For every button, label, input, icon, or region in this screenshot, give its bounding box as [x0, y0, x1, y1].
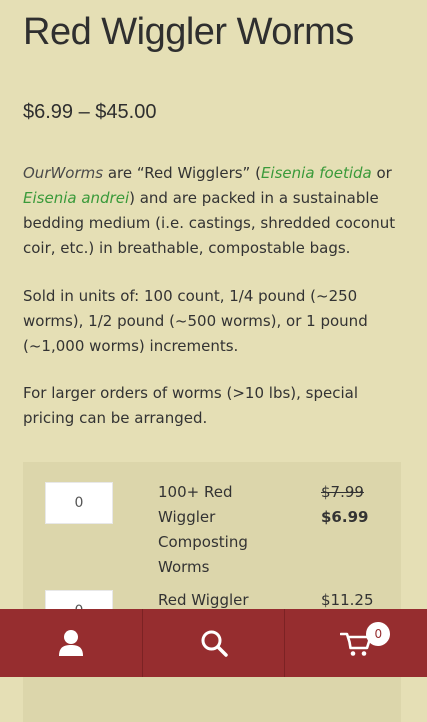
cart-button[interactable]: 0	[284, 609, 427, 677]
product-description: OurWorms are “Red Wigglers” (Eisenia foe…	[23, 161, 404, 431]
description-text: are “Red Wigglers” (	[103, 164, 261, 182]
cart-count-badge: 0	[366, 622, 391, 646]
variant-price: $7.99 $6.99	[321, 480, 368, 530]
quantity-input[interactable]: 0	[45, 482, 113, 524]
original-price: $7.99	[321, 483, 364, 501]
user-icon	[58, 630, 83, 656]
description-text: or	[371, 164, 392, 182]
account-button[interactable]	[0, 609, 142, 677]
search-icon	[201, 630, 228, 657]
brand-name: OurWorms	[23, 164, 104, 182]
product-summary: Red Wiggler Worms $6.99 – $45.00 OurWorm…	[0, 0, 427, 431]
product-title: Red Wiggler Worms	[23, 11, 354, 53]
variant-name[interactable]: 100+ Red Wiggler Composting Worms	[158, 480, 293, 580]
eisenia-andrei-link[interactable]: Eisenia andrei	[23, 189, 129, 207]
price-range: $6.99 – $45.00	[23, 101, 157, 123]
description-paragraph-3: For larger orders of worms (>10 lbs), sp…	[23, 384, 359, 427]
footer-bar: 0	[0, 609, 427, 677]
search-button[interactable]	[141, 609, 285, 677]
description-paragraph-2: Sold in units of: 100 count, 1/4 pound (…	[23, 287, 368, 355]
eisenia-foetida-link[interactable]: Eisenia foetida	[261, 164, 372, 182]
sale-price: $6.99	[321, 508, 369, 526]
description-paragraph-1: OurWorms are “Red Wigglers” (Eisenia foe…	[23, 161, 404, 261]
variants-table: 0 100+ Red Wiggler Composting Worms $7.9…	[23, 462, 401, 722]
